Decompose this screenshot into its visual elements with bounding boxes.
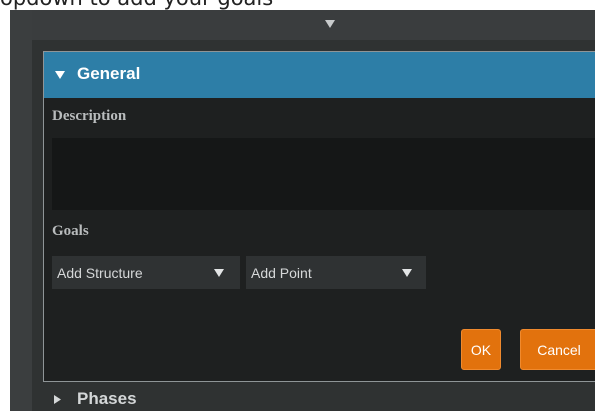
- add-structure-dropdown[interactable]: Add Structure: [52, 256, 240, 289]
- description-label: Description: [52, 108, 127, 124]
- ok-button[interactable]: OK: [461, 329, 501, 370]
- chevron-down-icon: [402, 269, 412, 277]
- goal-editor-dialog: General Description Goals Add Structure …: [43, 51, 595, 382]
- cancel-button[interactable]: Cancel: [520, 329, 595, 370]
- goals-label: Goals: [52, 223, 89, 239]
- triangle-right-icon: [54, 395, 61, 404]
- instruction-caption: opdown to add your goals: [0, 0, 273, 10]
- add-point-dropdown[interactable]: Add Point: [246, 256, 426, 289]
- top-toolbar: [32, 10, 595, 40]
- app-window: General Description Goals Add Structure …: [10, 10, 595, 411]
- add-structure-value: Add Structure: [57, 265, 143, 281]
- general-section-header[interactable]: General: [44, 52, 595, 98]
- add-point-value: Add Point: [251, 265, 312, 281]
- general-section-title: General: [77, 64, 141, 83]
- phases-section-title: Phases: [77, 389, 137, 408]
- left-sidebar-strip: [10, 10, 32, 411]
- collapse-toggle-icon[interactable]: [322, 16, 338, 32]
- chevron-down-icon: [214, 269, 224, 277]
- phases-section-header[interactable]: Phases: [32, 387, 595, 411]
- triangle-down-icon: [55, 71, 65, 79]
- description-field[interactable]: [52, 138, 595, 210]
